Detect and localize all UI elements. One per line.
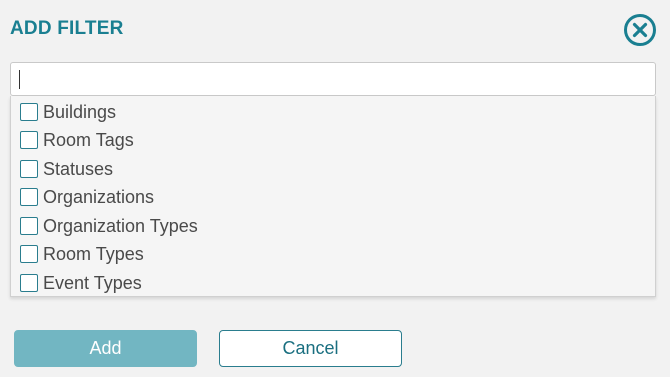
option-buildings[interactable]: Buildings [20,101,116,123]
checkbox[interactable] [20,131,38,149]
checkbox[interactable] [20,245,38,263]
add-button[interactable]: Add [14,330,197,367]
option-label: Organizations [43,186,155,207]
option-label: Statuses [43,158,114,179]
option-label: Room Types [43,243,144,264]
option-label: Event Types [43,272,142,293]
cancel-button[interactable]: Cancel [219,330,402,367]
text-caret [19,70,20,89]
filter-options-list: Buildings Room Tags Statuses Organizatio… [10,96,656,297]
close-button[interactable] [623,13,657,47]
option-event-types[interactable]: Event Types [20,272,142,294]
option-room-types[interactable]: Room Types [20,243,144,265]
dialog-title: ADD FILTER [10,18,124,39]
option-statuses[interactable]: Statuses [20,158,113,180]
option-label: Buildings [43,101,117,122]
filter-search-input[interactable] [10,62,656,96]
checkbox[interactable] [20,217,38,235]
option-room-tags[interactable]: Room Tags [20,129,134,151]
checkbox[interactable] [20,274,38,292]
option-organization-types[interactable]: Organization Types [20,215,198,237]
close-circle-icon [624,14,656,46]
checkbox[interactable] [20,103,38,121]
add-filter-dialog: ADD FILTER Buildings Room Tags Statuses … [0,0,670,377]
checkbox[interactable] [20,160,38,178]
option-organizations[interactable]: Organizations [20,186,154,208]
option-label: Organization Types [43,215,198,236]
checkbox[interactable] [20,188,38,206]
option-label: Room Tags [43,129,134,150]
